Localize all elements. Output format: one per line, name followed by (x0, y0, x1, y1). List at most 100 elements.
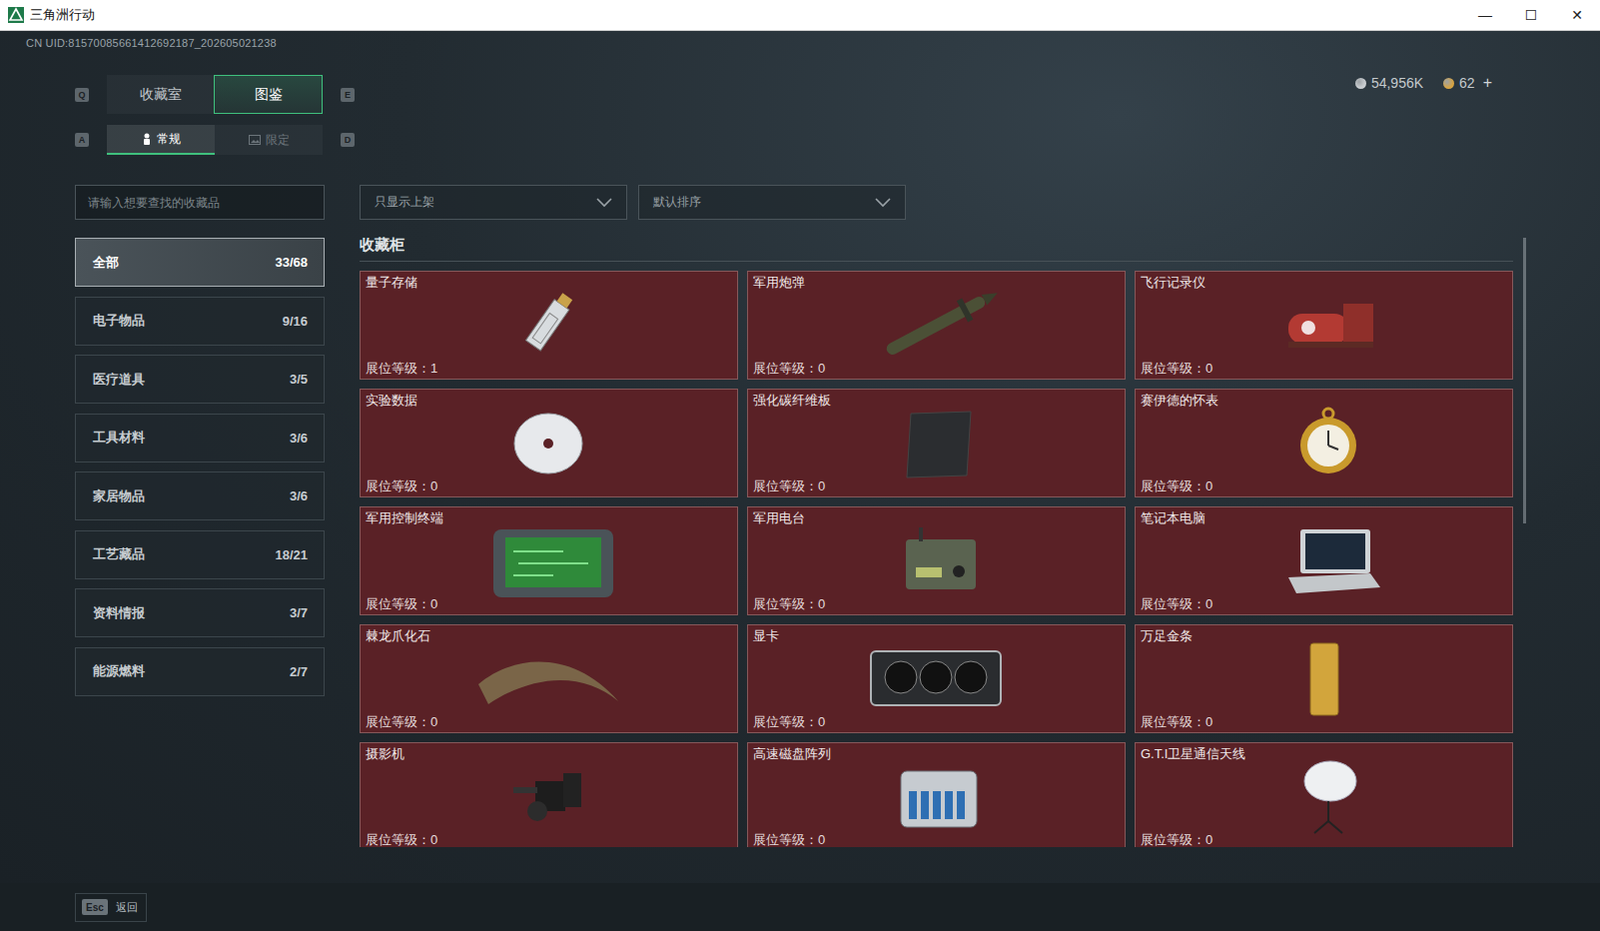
card-art (753, 290, 1119, 361)
collection-card[interactable]: 军用控制终端展位等级：0 (359, 506, 739, 616)
currency-item: 62 (1443, 74, 1476, 91)
carbon-plate-icon (860, 403, 1011, 484)
sidebar-item[interactable]: 全部33/68 (74, 237, 325, 287)
card-grade: 展位等级：0 (753, 714, 1119, 731)
card-art (1140, 290, 1507, 361)
card-title: G.T.I卫星通信天线 (1140, 746, 1507, 763)
claw-fossil-icon (473, 639, 624, 720)
scrollbar[interactable] (1523, 237, 1527, 846)
sidebar-item[interactable]: 电子物品9/16 (74, 296, 325, 346)
card-grade: 展位等级：0 (1140, 360, 1507, 377)
main-area: CN UID:81570085661412692187_202605021238… (0, 30, 1600, 883)
card-title: 显卡 (753, 628, 1119, 645)
collection-card[interactable]: 军用炮弹展位等级：0 (747, 270, 1126, 380)
terminal-icon (473, 521, 624, 602)
scrollbar-thumb[interactable] (1523, 237, 1527, 524)
collection-card[interactable]: G.T.I卫星通信天线展位等级：0 (1134, 742, 1514, 847)
top-row: Q 收藏室图鉴 E A 常规限定 D 54,956K 62 + (0, 74, 1600, 155)
card-art (753, 762, 1119, 832)
back-button[interactable]: Esc返回 (74, 892, 147, 922)
sidebar-item[interactable]: 医疗道具3/5 (74, 354, 325, 404)
window-title: 三角洲行动 (29, 5, 1463, 24)
card-title: 飞行记录仪 (1140, 274, 1507, 291)
card-title: 实验数据 (365, 392, 732, 409)
subtab-group: 常规限定 (106, 124, 323, 155)
filter-dropdown[interactable]: 只显示上架 (359, 184, 628, 220)
key-hint: E (340, 87, 355, 102)
card-art (1140, 526, 1507, 597)
key-hint: A (74, 132, 89, 147)
card-title: 军用电台 (753, 510, 1119, 527)
sidebar-item[interactable]: 能源燃料2/7 (74, 647, 325, 697)
card-art (1140, 408, 1507, 479)
card-grade: 展位等级：0 (753, 478, 1119, 495)
collection-card[interactable]: 飞行记录仪展位等级：0 (1134, 270, 1514, 380)
collection-card[interactable]: 显卡展位等级：0 (747, 624, 1126, 734)
currency-bar: 54,956K 62 + (1355, 74, 1493, 91)
card-grid-viewport: 量子存储展位等级：1军用炮弹展位等级：0飞行记录仪展位等级：0实验数据展位等级：… (359, 270, 1514, 847)
filter-group: 只显示上架默认排序 (359, 184, 906, 220)
collection-card[interactable]: 量子存储展位等级：1 (359, 270, 739, 380)
card-grade: 展位等级：0 (1140, 831, 1507, 847)
collection-card[interactable]: 万足金条展位等级：0 (1134, 624, 1514, 734)
filter-dropdown[interactable]: 默认排序 (638, 184, 906, 220)
card-art (1140, 644, 1507, 715)
uid-label: CN UID:81570085661412692187_202605021238 (0, 30, 1600, 57)
tab[interactable]: 收藏室 (106, 74, 214, 114)
card-title: 赛伊德的怀表 (1140, 392, 1507, 409)
subtab[interactable]: 常规 (106, 124, 215, 155)
collection-card[interactable]: 赛伊德的怀表展位等级：0 (1134, 388, 1514, 498)
window-control-button[interactable]: ✕ (1554, 0, 1600, 30)
controls-row: 只显示上架默认排序 (0, 184, 1600, 220)
card-title: 摄影机 (365, 746, 732, 763)
key-hint: D (340, 132, 355, 147)
card-title: 军用控制终端 (365, 510, 732, 527)
subtab[interactable]: 限定 (214, 124, 323, 155)
card-art (365, 408, 732, 479)
usb-drive-icon (473, 285, 624, 366)
card-art (365, 762, 732, 832)
collection-card[interactable]: 摄影机展位等级：0 (359, 742, 739, 847)
tab[interactable]: 图鉴 (213, 74, 323, 114)
image-icon (248, 134, 261, 145)
category-sidebar: 全部33/68 电子物品9/16 医疗道具3/5 工具材料3/6 家居物品3/6 工艺藏品… (74, 237, 325, 883)
collection-card[interactable]: 军用电台展位等级：0 (747, 506, 1126, 616)
gold-bar-icon (1248, 639, 1399, 720)
flight-recorder-icon (1248, 285, 1399, 366)
sidebar-item[interactable]: 家居物品3/6 (74, 471, 325, 521)
search-input[interactable] (74, 184, 325, 220)
add-currency-button[interactable]: + (1483, 73, 1493, 92)
card-art (365, 526, 732, 597)
window-control-button[interactable]: — (1462, 0, 1509, 30)
card-art (1140, 762, 1507, 832)
card-grade: 展位等级：0 (753, 596, 1119, 613)
collection-card[interactable]: 高速磁盘阵列展位等级：0 (747, 742, 1126, 847)
disk-array-icon (860, 757, 1011, 837)
gpu-icon (860, 639, 1011, 720)
disc-icon (473, 403, 624, 484)
pocket-watch-icon (1248, 403, 1399, 484)
shell-icon (860, 285, 1011, 366)
collection-card[interactable]: 实验数据展位等级：0 (359, 388, 739, 498)
card-title: 强化碳纤维板 (753, 392, 1119, 409)
window-control-button[interactable]: ☐ (1508, 0, 1555, 30)
collection-card[interactable]: 强化碳纤维板展位等级：0 (747, 388, 1126, 498)
person-icon (141, 132, 152, 145)
card-art (753, 408, 1119, 479)
card-grade: 展位等级：0 (753, 360, 1119, 377)
collection-card[interactable]: 笔记本电脑展位等级：0 (1134, 506, 1514, 616)
key-hint: Q (74, 87, 89, 102)
game-logo-icon (7, 6, 24, 23)
collection-card[interactable]: 棘龙爪化石展位等级：0 (359, 624, 739, 734)
sidebar-item[interactable]: 工具材料3/6 (74, 413, 325, 463)
card-grade: 展位等级：1 (365, 360, 732, 377)
chevron-down-icon (874, 197, 891, 208)
sidebar-item[interactable]: 资料情报3/7 (74, 588, 325, 638)
card-title: 万足金条 (1140, 628, 1507, 645)
collection-panel: 收藏柜量子存储展位等级：1军用炮弹展位等级：0飞行记录仪展位等级：0实验数据展位… (359, 219, 1514, 883)
satellite-dish-icon (1248, 757, 1399, 837)
sidebar-item[interactable]: 工艺藏品18/21 (74, 530, 325, 580)
currency-item: 54,956K (1355, 74, 1424, 91)
subtab-row: A 常规限定 D (74, 124, 355, 155)
tab-group: 收藏室图鉴 (106, 74, 323, 114)
